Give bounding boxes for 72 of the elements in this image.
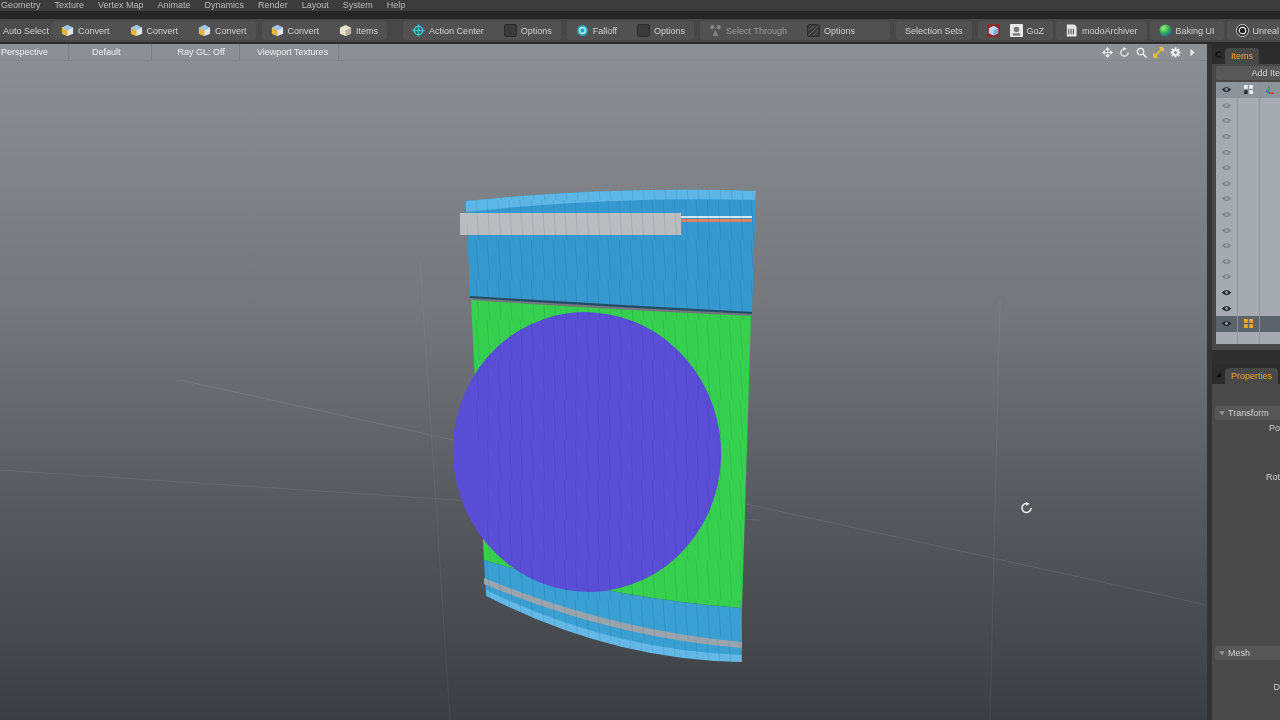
- menu-item[interactable]: Animate: [157, 0, 191, 11]
- hatched-square-icon: [806, 24, 820, 37]
- field-label: Po: [1269, 422, 1280, 434]
- cube-icon: [339, 24, 353, 37]
- resize-icon[interactable]: [1153, 46, 1164, 58]
- cube-icon: [129, 24, 143, 37]
- viewport-dropdown[interactable]: Default: [69, 44, 152, 60]
- settings-icon[interactable]: [1170, 46, 1181, 58]
- sphere-icon: [1158, 24, 1172, 37]
- square-icon: [637, 24, 651, 37]
- grid-icon: [1244, 319, 1253, 329]
- field-label: D: [1273, 681, 1280, 693]
- eye-icon[interactable]: [1221, 304, 1232, 312]
- triangle-icon: [1219, 649, 1225, 656]
- rings-icon: [1235, 24, 1249, 37]
- cube-icon: [270, 24, 284, 37]
- menu-item[interactable]: Geometry: [1, 0, 41, 11]
- arc-icon[interactable]: [1215, 51, 1222, 58]
- cube-icon: [61, 24, 75, 37]
- toolbar-button[interactable]: Convert: [58, 22, 113, 39]
- menu-item[interactable]: Help: [386, 0, 406, 11]
- triangle-icon: [1219, 409, 1225, 416]
- section-header[interactable]: Mesh: [1215, 645, 1280, 660]
- corner-triangle-icon[interactable]: [1215, 370, 1222, 378]
- toolbar-button[interactable]: Falloff: [572, 22, 621, 39]
- viewport-dropdown[interactable]: Perspective: [0, 44, 70, 60]
- eye-icon[interactable]: [1221, 320, 1232, 328]
- document-icon: [1065, 24, 1079, 37]
- dots-icon: [709, 24, 723, 37]
- panel-tab[interactable]: Properties: [1225, 367, 1279, 384]
- toolbar-button[interactable]: Options: [500, 22, 555, 39]
- eye-icon[interactable]: [1221, 86, 1232, 94]
- menu-item[interactable]: Layout: [301, 0, 329, 11]
- menu-item[interactable]: Dynamics: [204, 0, 245, 11]
- toolbar-button[interactable]: Action Center: [409, 22, 487, 39]
- viewport-dropdown[interactable]: Viewport Textures: [239, 44, 340, 60]
- menu-item[interactable]: Vertex Map: [98, 0, 144, 11]
- picture-icon: [1009, 24, 1023, 37]
- toolbar-button[interactable]: Convert: [267, 22, 323, 39]
- grid-icon[interactable]: [1244, 85, 1253, 95]
- menu-item[interactable]: Render: [258, 0, 288, 11]
- toolbar-button[interactable]: Options: [634, 22, 689, 39]
- section-header[interactable]: Transform: [1215, 405, 1280, 420]
- field-label: Rot: [1266, 471, 1280, 483]
- caret-right-icon[interactable]: [1190, 47, 1195, 57]
- toolbar-button[interactable]: GoZ: [1006, 22, 1048, 39]
- rotate-cursor-icon: [1021, 502, 1032, 514]
- menu-item[interactable]: System: [342, 0, 373, 11]
- crosshair-icon: [412, 24, 426, 37]
- toolbar-button[interactable]: Convert: [195, 22, 250, 39]
- add-item-button[interactable]: Add Ite: [1216, 66, 1280, 80]
- search-icon[interactable]: [1136, 46, 1147, 58]
- viewport-dropdown[interactable]: Ray GL: Off: [151, 44, 240, 60]
- toolbar-button[interactable]: modoArchiver: [1062, 22, 1141, 39]
- move-icon[interactable]: [1102, 46, 1113, 58]
- toolbar-button[interactable]: Baking UI: [1155, 22, 1218, 39]
- toolbar-button[interactable]: Selection Sets: [901, 22, 966, 39]
- axes-icon[interactable]: [1265, 85, 1275, 95]
- cube-icon: [986, 24, 1000, 37]
- ring-icon: [575, 24, 589, 37]
- rotate-icon[interactable]: [1119, 46, 1130, 58]
- toolbar-button[interactable]: Items: [336, 22, 382, 39]
- toolbar-button[interactable]: Auto Select: [0, 22, 53, 39]
- toolbar-button[interactable]: Convert: [126, 22, 182, 39]
- panel-tab[interactable]: Items: [1225, 48, 1259, 64]
- eye-icon[interactable]: [1221, 289, 1232, 296]
- item-row[interactable]: [1216, 300, 1280, 316]
- toolbar-button[interactable]: Options: [803, 22, 858, 39]
- menu-item[interactable]: Texture: [54, 0, 85, 11]
- cube-icon: [198, 24, 212, 37]
- square-icon: [503, 24, 517, 37]
- toolbar-button[interactable]: Unreal: [1232, 22, 1280, 39]
